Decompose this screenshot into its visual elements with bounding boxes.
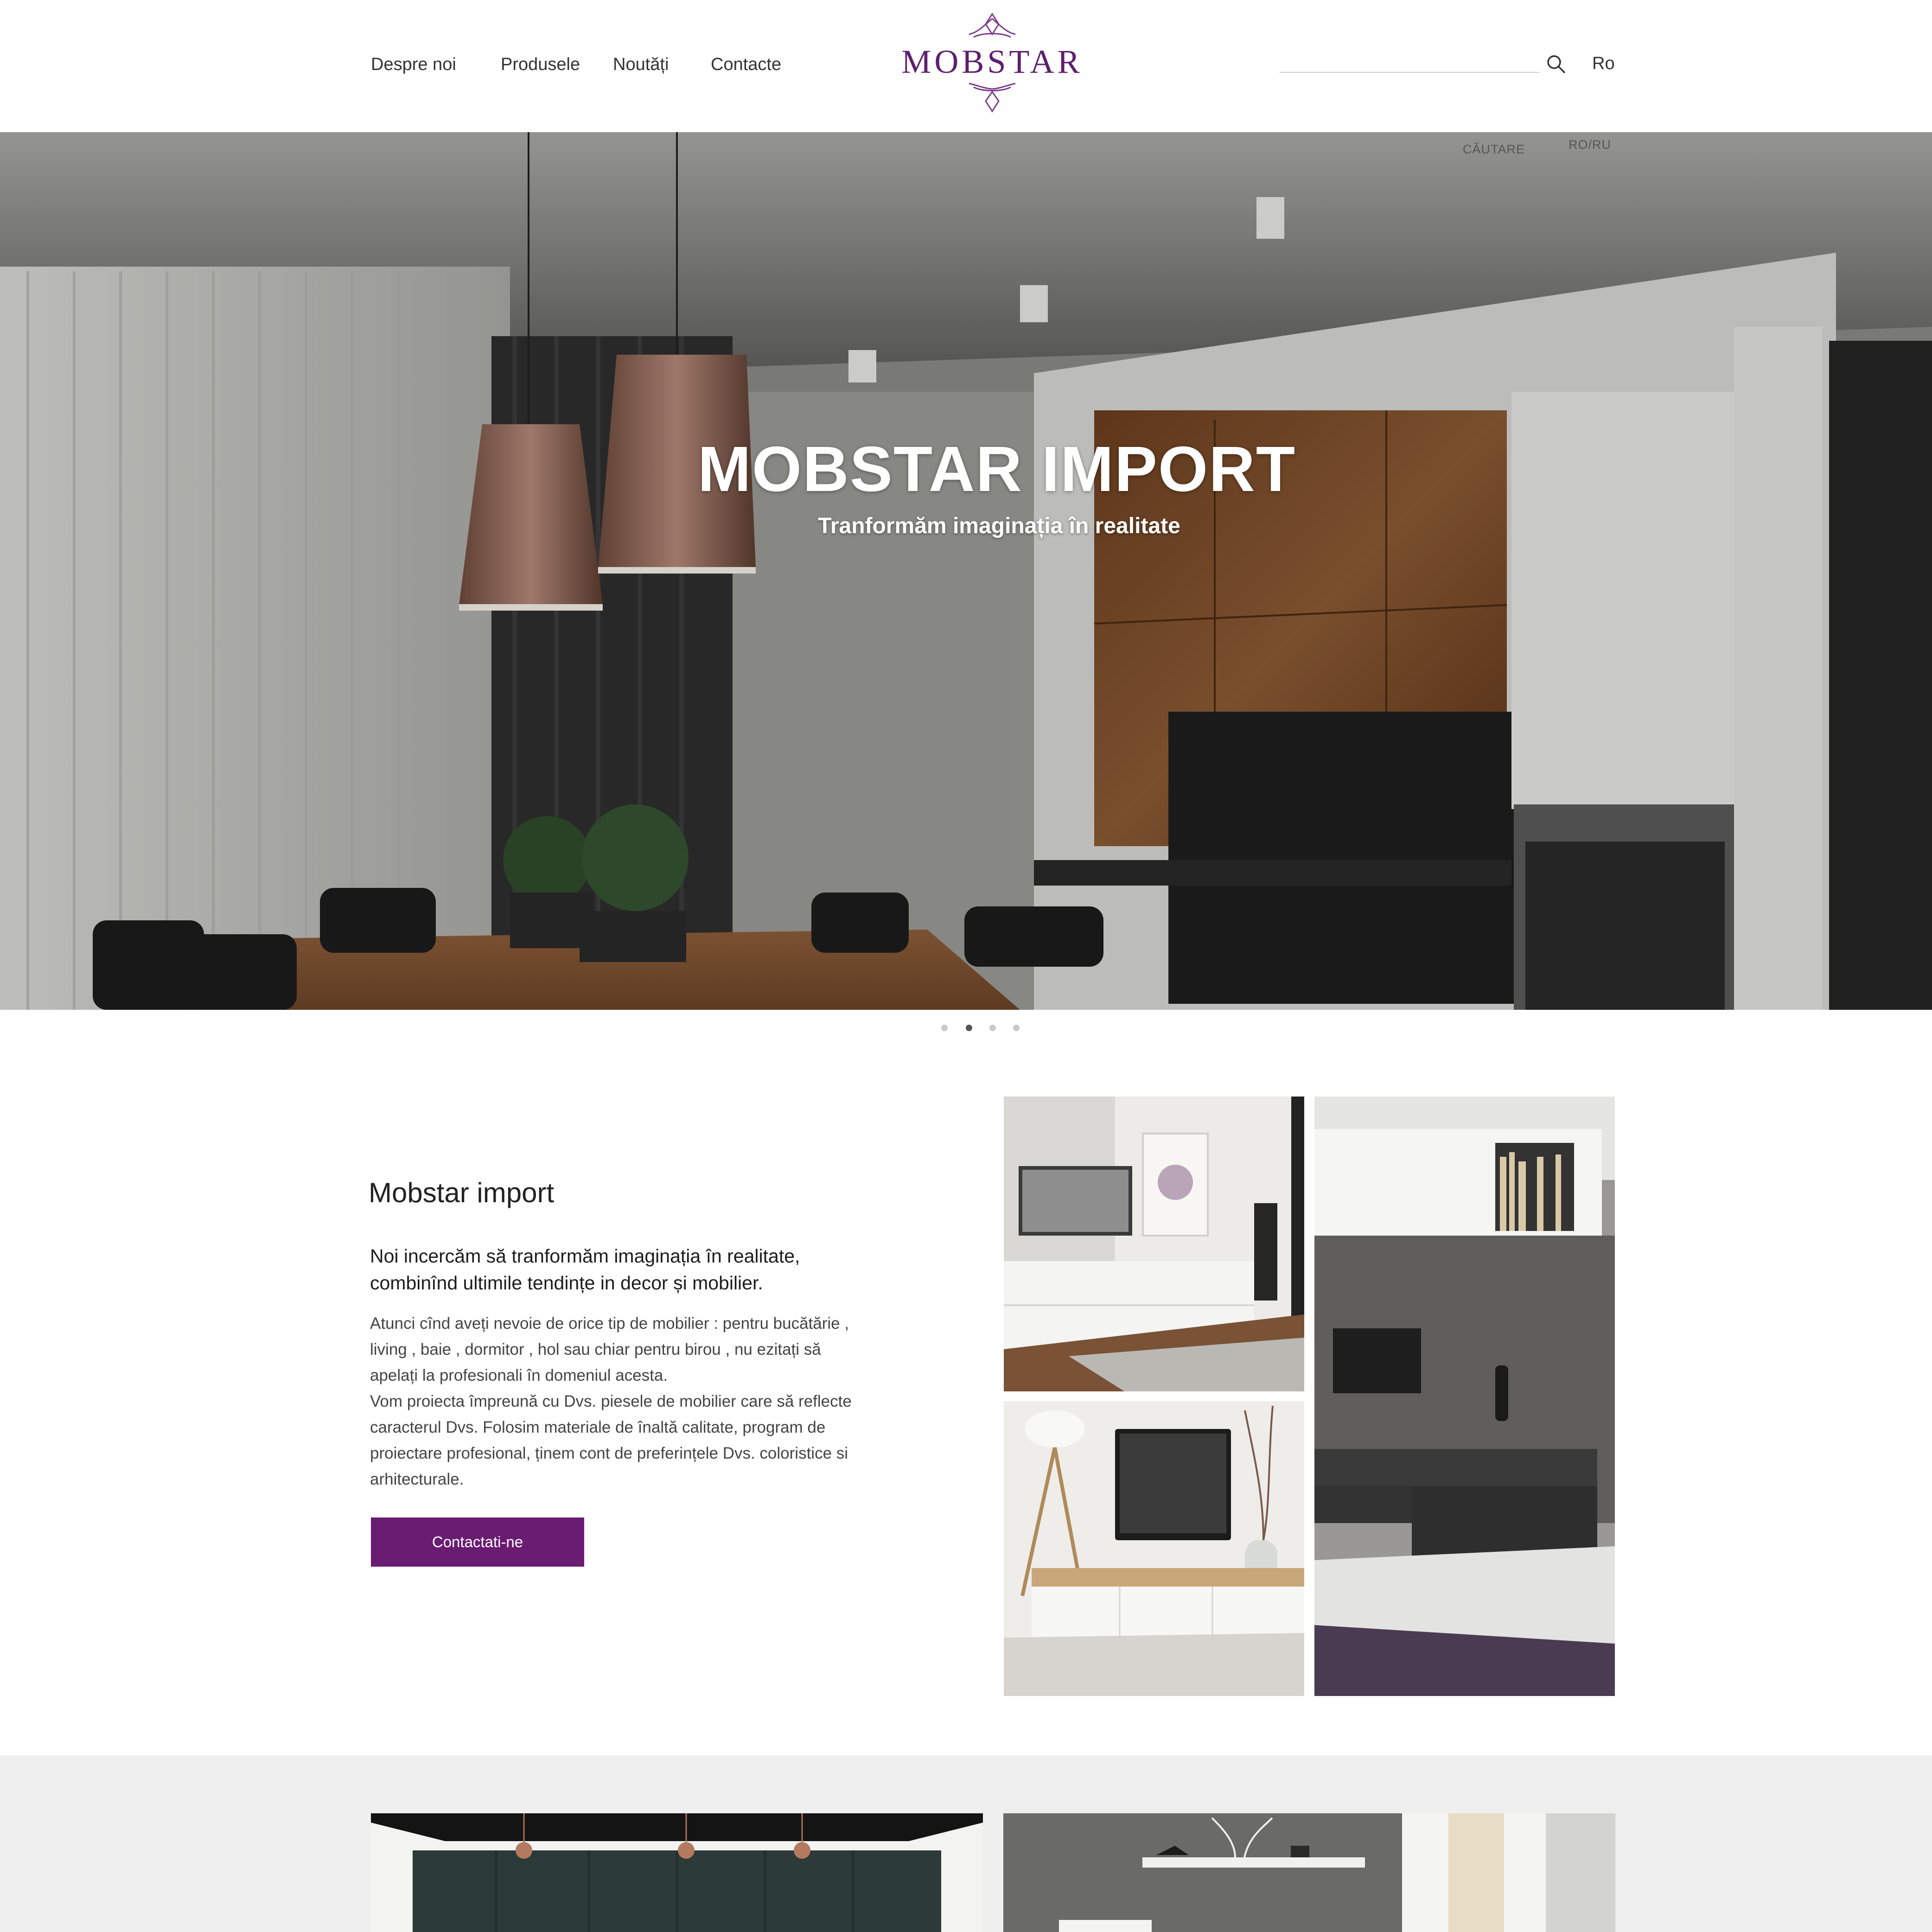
nav-noutati[interactable]: Noutăți	[613, 55, 669, 75]
hero-background-image	[0, 132, 1932, 1010]
logo-text: MOBSTAR	[901, 43, 1083, 80]
hero-search-label: CĂUTARE	[1463, 142, 1525, 156]
gallery-photo-tv-stand	[1004, 1401, 1304, 1696]
about-body-line: apelați la profesionali în domeniul aces…	[370, 1366, 668, 1384]
gallery-photo-dark-living	[1314, 1097, 1615, 1696]
bottom-photo-kitchen	[371, 1813, 983, 1932]
site-header: Despre noi Produsele Noutăți Contacte MO…	[0, 0, 1932, 132]
about-body-line: living , baie , dormitor , hol sau chiar…	[370, 1340, 821, 1358]
about-lead: Noi incercăm să tranformăm imaginația în…	[370, 1243, 926, 1296]
nav-despre-noi[interactable]: Despre noi	[371, 55, 456, 75]
about-body: Atunci cînd aveți nevoie de orice tip de…	[370, 1311, 926, 1492]
slider-dot-2[interactable]	[966, 1025, 972, 1031]
language-switch[interactable]: Ro	[1592, 54, 1615, 74]
hero-title: MOBSTAR IMPORT	[697, 434, 1296, 505]
about-body-line: arhitecturale.	[370, 1470, 464, 1488]
nav-produsele[interactable]: Produsele	[501, 55, 580, 75]
search-icon[interactable]	[1546, 54, 1566, 74]
about-body-line: caracterul Dvs. Folosim materiale de îna…	[370, 1418, 826, 1436]
about-title: Mobstar import	[369, 1177, 555, 1208]
contact-button[interactable]: Contactati-ne	[371, 1518, 584, 1567]
hero-subtitle: Tranformăm imaginația în realitate	[818, 514, 1180, 538]
slider-dot-3[interactable]	[989, 1025, 996, 1031]
about-body-line: Atunci cînd aveți nevoie de orice tip de…	[370, 1314, 849, 1333]
nav-contacte[interactable]: Contacte	[711, 55, 781, 75]
bottom-section	[0, 1755, 1932, 1932]
about-body-line: Vom proiecta împreună cu Dvs. piesele de…	[370, 1392, 852, 1410]
gallery-photo-living-room	[1004, 1097, 1304, 1391]
about-lead-line: combinînd ultimile tendințe in decor și …	[370, 1272, 763, 1294]
hero-lang-label: RO/RU	[1569, 138, 1611, 152]
slider-dot-4[interactable]	[1013, 1025, 1020, 1031]
hero-slider: CĂUTARE RO/RU MOBSTAR IMPORT Tranformăm …	[0, 132, 1932, 1010]
bottom-photo-living	[1003, 1813, 1615, 1932]
about-body-line: proiectare profesional, ținem cont de pr…	[370, 1444, 848, 1462]
about-lead-line: Noi incercăm să tranformăm imaginația în…	[370, 1245, 800, 1267]
slider-dot-1[interactable]	[941, 1025, 948, 1031]
site-logo[interactable]: MOBSTAR	[899, 10, 1085, 117]
search-input[interactable]	[1280, 51, 1541, 71]
search-underline	[1280, 72, 1539, 73]
